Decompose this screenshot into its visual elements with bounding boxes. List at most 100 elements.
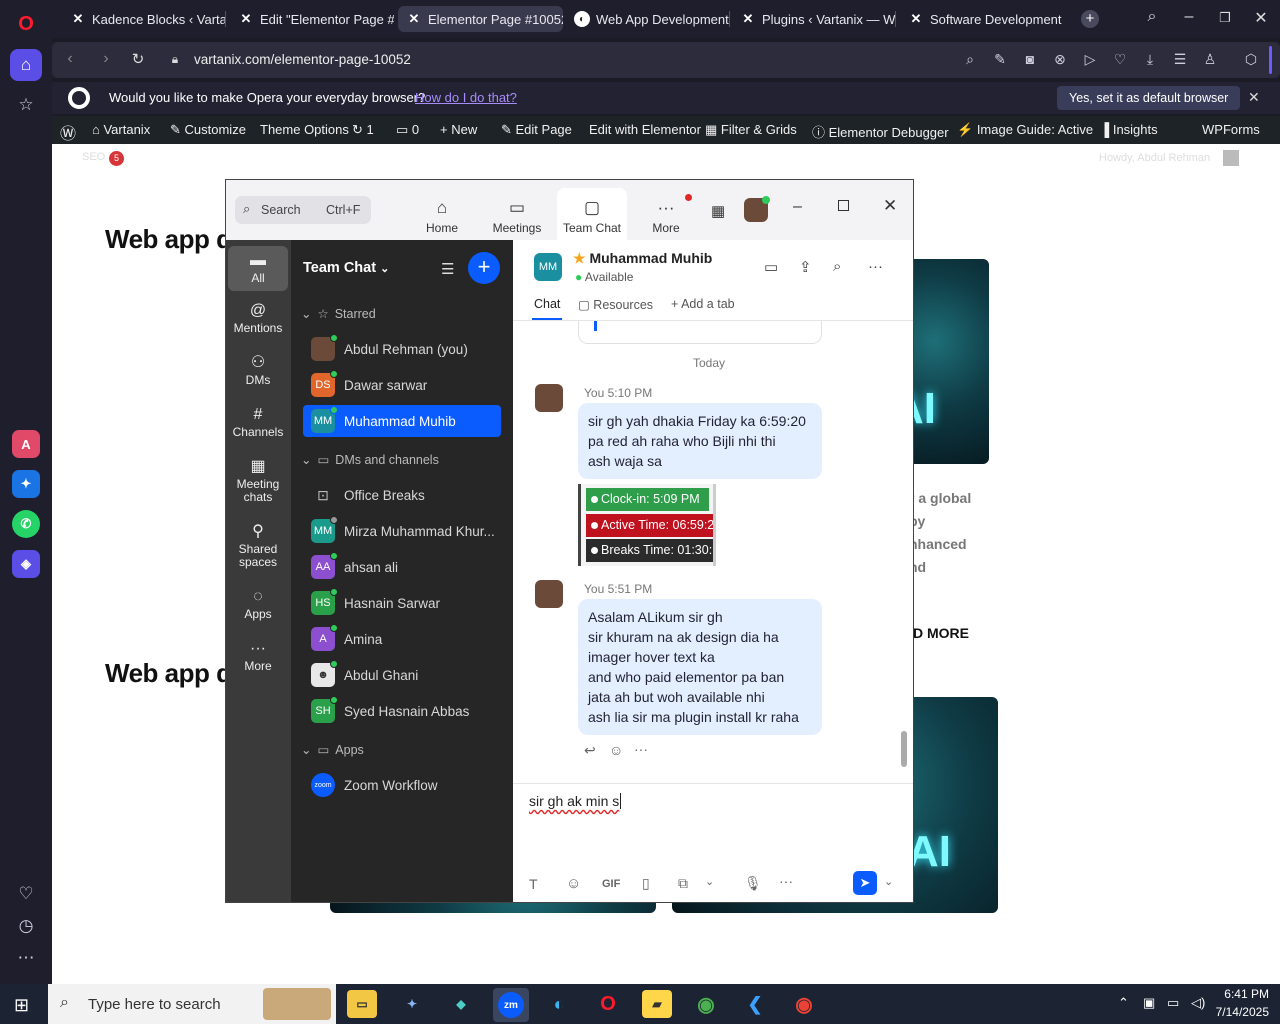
opera-logo-icon[interactable]: O: [10, 8, 42, 40]
sticky-notes-icon[interactable]: ▰: [642, 990, 672, 1018]
browser-tab[interactable]: ✕ Software Development &: [900, 6, 1064, 32]
home-icon[interactable]: ⌂: [10, 49, 42, 81]
video-call-icon[interactable]: ▭: [764, 258, 778, 276]
reply-icon[interactable]: ↩: [584, 742, 596, 759]
list-item[interactable]: AA ahsan ali: [303, 551, 501, 583]
wp-comments[interactable]: ▭ 0: [396, 122, 419, 138]
profile-icon[interactable]: ♙: [1201, 51, 1219, 68]
download-icon[interactable]: ⤓: [1141, 51, 1159, 68]
howdy-text[interactable]: Howdy, Abdul Rehman: [1099, 152, 1210, 164]
list-item-selected[interactable]: MM Muhammad Muhib: [303, 405, 501, 437]
messenger-icon[interactable]: ✦: [12, 470, 40, 498]
taskbar-search[interactable]: ⌕ Type here to search: [48, 984, 336, 1024]
microphone-icon[interactable]: 🎙︎: [744, 875, 762, 892]
chrome-icon[interactable]: ◉: [691, 990, 721, 1018]
edit-icon[interactable]: ✎: [991, 51, 1009, 68]
tab-home[interactable]: ⌂ Home: [407, 188, 477, 240]
share-screen-icon[interactable]: ⇪: [799, 258, 812, 276]
aria-icon[interactable]: A: [12, 430, 40, 458]
avatar[interactable]: MM: [534, 253, 562, 281]
list-item[interactable]: DS Dawar sarwar: [303, 369, 501, 401]
section-dms[interactable]: ⌄ ▭ DMs and channels: [301, 452, 439, 468]
rail-apps[interactable]: ◌ Apps: [228, 589, 288, 621]
list-item[interactable]: zoom Zoom Workflow: [303, 769, 501, 801]
more-dots-icon[interactable]: ⋯: [10, 942, 42, 974]
minimize-icon[interactable]: –: [1177, 8, 1201, 26]
list-title[interactable]: Team Chat ⌄: [303, 260, 389, 276]
heart-icon[interactable]: ♡: [1111, 51, 1129, 68]
chevron-down-icon[interactable]: ⌄: [705, 875, 714, 888]
format-text-icon[interactable]: T: [529, 876, 538, 892]
tab-add[interactable]: + Add a tab: [671, 297, 735, 311]
app-icon[interactable]: ◆: [446, 990, 476, 1018]
file-explorer-icon[interactable]: ▭: [347, 990, 377, 1018]
send-icon[interactable]: ➤: [853, 871, 877, 895]
chrome-icon[interactable]: ◉: [789, 990, 819, 1018]
wp-updates[interactable]: ↻ 1: [352, 122, 374, 138]
clock-date[interactable]: 7/14/2025: [1209, 1005, 1269, 1019]
more-dots-icon[interactable]: ···: [779, 873, 793, 889]
url-text[interactable]: vartanix.com/elementor-page-10052: [194, 52, 411, 67]
browser-tab-active[interactable]: ✕ Elementor Page #10052 -: [398, 6, 563, 32]
tab-team-chat[interactable]: ▢ Team Chat: [557, 188, 627, 240]
chevron-down-icon[interactable]: ⌄: [884, 875, 893, 888]
close-window-icon[interactable]: ✕: [1249, 8, 1273, 28]
list-item[interactable]: MM Mirza Muhammad Khur...: [303, 515, 501, 547]
wp-edit-elementor[interactable]: Edit with Elementor: [589, 122, 701, 137]
wp-insights[interactable]: ▐ Insights: [1100, 122, 1158, 137]
message-bubble[interactable]: sir gh yah dhakia Friday ka 6:59:20 pa r…: [578, 403, 822, 479]
rail-channels[interactable]: # Channels: [228, 407, 288, 439]
tray-icon[interactable]: ▣: [1143, 995, 1155, 1011]
windows-start-icon[interactable]: ⊞: [14, 995, 29, 1016]
search-icon[interactable]: ⌕: [961, 51, 979, 68]
message-bubble[interactable]: Asalam ALikum sir gh sir khuram na ak de…: [578, 599, 822, 735]
section-apps[interactable]: ⌄ ▭ Apps: [301, 742, 364, 758]
back-icon[interactable]: ‹: [60, 50, 80, 68]
list-item[interactable]: SH Syed Hasnain Abbas: [303, 695, 501, 727]
file-icon[interactable]: ▯: [642, 875, 650, 892]
browser-tab[interactable]: ✕ Edit "Elementor Page #10: [230, 6, 394, 32]
set-default-button[interactable]: Yes, set it as default browser: [1057, 86, 1241, 110]
vscode-icon[interactable]: ❮: [740, 990, 770, 1018]
rail-more[interactable]: ··· More: [228, 641, 288, 673]
chevron-up-icon[interactable]: ⌃: [1118, 995, 1129, 1011]
new-chat-plus-icon[interactable]: +: [468, 252, 500, 284]
rail-mentions[interactable]: @ Mentions: [228, 303, 288, 335]
network-icon[interactable]: ▭: [1167, 995, 1179, 1011]
wp-image-guide[interactable]: ⚡ Image Guide: Active: [957, 122, 1093, 138]
opera-icon[interactable]: O: [593, 990, 623, 1018]
address-bar[interactable]: ‹ › ↻ 🔒︎ vartanix.com/elementor-page-100…: [52, 42, 1280, 78]
star-icon[interactable]: ☆: [10, 89, 42, 121]
wp-customize[interactable]: ✎ Customize: [170, 122, 246, 138]
prompt-help-link[interactable]: How do I do that?: [415, 90, 517, 105]
heart-icon[interactable]: ♡: [10, 878, 42, 910]
more-dots-icon[interactable]: ···: [634, 741, 648, 757]
list-item[interactable]: HS Hasnain Sarwar: [303, 587, 501, 619]
volume-icon[interactable]: ◁): [1191, 995, 1205, 1011]
browser-tab[interactable]: ◐ Web App Development C: [566, 6, 730, 32]
emoji-icon[interactable]: ☺: [566, 875, 581, 892]
section-starred[interactable]: ⌄ ☆ Starred: [301, 306, 376, 322]
browser-tab[interactable]: ✕ Plugins ‹ Vartanix — Word: [732, 6, 896, 32]
camera-icon[interactable]: ◙: [1021, 51, 1039, 67]
discord-icon[interactable]: ◈: [12, 550, 40, 578]
browser-tab[interactable]: ✕ Kadence Blocks ‹ Vartanix: [62, 6, 226, 32]
play-icon[interactable]: ▷: [1081, 51, 1099, 68]
rail-meeting-chats[interactable]: ▦ Meeting chats: [228, 459, 288, 504]
wp-theme-options[interactable]: Theme Options: [260, 122, 349, 137]
wp-wpforms[interactable]: WPForms: [1202, 122, 1260, 137]
calendar-icon[interactable]: ▦: [711, 202, 725, 220]
wp-new[interactable]: + New: [440, 122, 477, 137]
whatsapp-icon[interactable]: ✆: [12, 510, 40, 538]
rail-all[interactable]: ▬ All: [228, 246, 288, 291]
app-icon[interactable]: ✦: [397, 990, 427, 1018]
search-tabs-icon[interactable]: ⌕: [1140, 8, 1164, 26]
wp-elementor-debugger[interactable]: ⓘ Elementor Debugger: [812, 122, 949, 141]
history-icon[interactable]: ◷: [10, 910, 42, 942]
rail-dms[interactable]: ⚇ DMs: [228, 355, 288, 387]
block-icon[interactable]: ⊗: [1051, 51, 1069, 68]
wp-filter-grids[interactable]: ▦ Filter & Grids: [705, 122, 797, 138]
wp-edit-page[interactable]: ✎ Edit Page: [501, 122, 572, 138]
forward-icon[interactable]: ›: [96, 50, 116, 68]
wp-site-name[interactable]: ⌂ Vartanix: [92, 122, 150, 137]
